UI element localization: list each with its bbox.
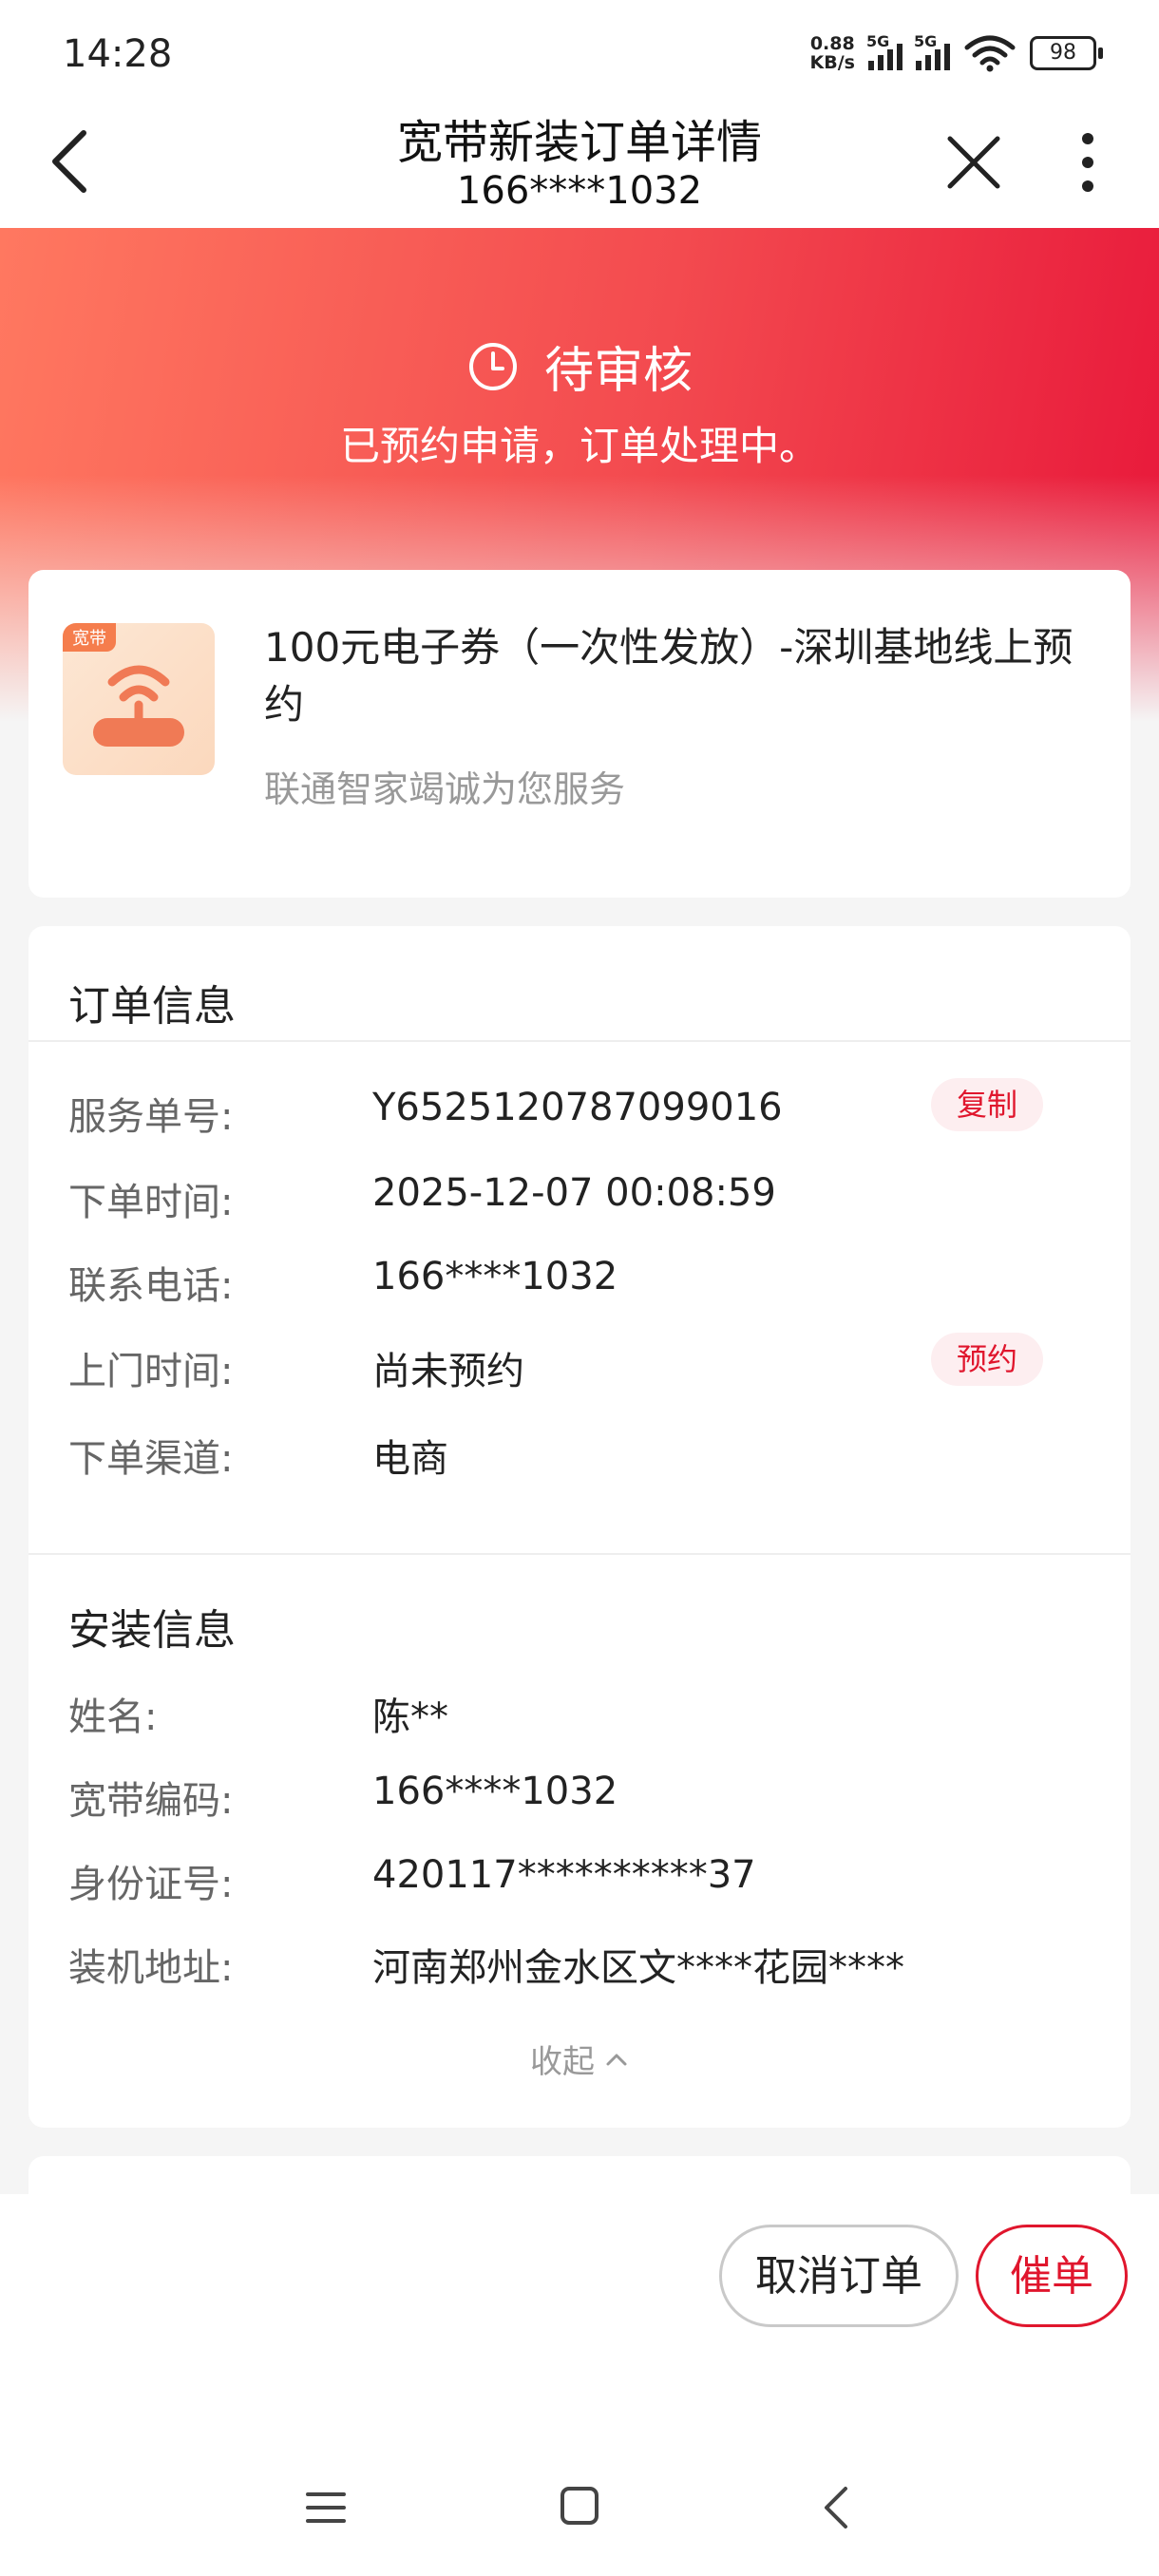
order-status-text: 待审核: [543, 343, 693, 400]
product-title: 100元电子券（一次性发放）-深圳基地线上预约: [264, 624, 1074, 728]
info-card: 订单信息 服务单号: Y6525120787099016 复制 下单时间: 20…: [28, 926, 1130, 2128]
order-info-title: 订单信息: [68, 982, 236, 1031]
collapse-toggle[interactable]: 收起: [28, 2036, 1130, 2082]
wifi-icon: [964, 35, 1016, 72]
clock-icon: [468, 342, 517, 390]
collapse-label: 收起: [530, 2043, 595, 2081]
order-row-channel: 下单渠道: 电商: [68, 1437, 448, 1481]
install-row-broadband-code: 宽带编码: 166****1032: [68, 1770, 618, 1823]
home-icon[interactable]: [559, 2483, 600, 2529]
signal-sim2-icon: 5G: [914, 32, 950, 70]
network-speed: 0.88 KB/s: [809, 33, 855, 73]
broadband-product-image: 宽带: [63, 623, 215, 775]
order-row-service-number: 服务单号: Y6525120787099016 复制: [68, 1078, 1104, 1143]
signal-sim1-icon: 5G: [866, 32, 902, 70]
install-row-address: 装机地址: 河南郑州金水区文****花园****: [68, 1946, 904, 1990]
chevron-up-icon: [606, 2054, 627, 2065]
product-tag: 宽带: [63, 623, 116, 652]
urge-order-button[interactable]: 催单: [976, 2225, 1128, 2327]
system-back-icon[interactable]: [817, 2483, 855, 2532]
divider: [28, 1040, 1130, 1042]
install-row-name: 姓名: 陈**: [68, 1695, 448, 1739]
install-row-id-number: 身份证号: 420117**********37: [68, 1853, 756, 1906]
order-status: 待审核: [0, 331, 1159, 402]
more-menu-icon[interactable]: [1064, 129, 1112, 196]
status-icons: 0.88 KB/s 5G 5G 98: [809, 32, 1103, 73]
order-status-description: 已预约申请，订单处理中。: [339, 423, 819, 469]
top-bar: 14:28 0.88 KB/s 5G 5G 98 宽带新装订单详情 166***…: [0, 0, 1159, 228]
recent-apps-icon[interactable]: [304, 2487, 348, 2529]
install-info-title: 安装信息: [68, 1606, 236, 1655]
status-time: 14:28: [63, 32, 173, 76]
order-row-contact-phone: 联系电话: 166****1032: [68, 1255, 618, 1308]
cancel-order-button[interactable]: 取消订单: [719, 2225, 959, 2327]
divider: [28, 1553, 1130, 1555]
battery-icon: 98: [1030, 36, 1103, 70]
product-card[interactable]: 宽带 100元电子券（一次性发放）-深圳基地线上预约 联通智家竭诚为您服务: [28, 570, 1130, 898]
order-detail-page: 14:28 0.88 KB/s 5G 5G 98 宽带新装订单详情 166***…: [0, 0, 1159, 2576]
copy-button[interactable]: 复制: [931, 1078, 1043, 1131]
close-icon[interactable]: [940, 123, 1007, 199]
schedule-button[interactable]: 预约: [931, 1333, 1043, 1386]
order-row-order-time: 下单时间: 2025-12-07 00:08:59: [68, 1171, 776, 1224]
order-row-visit-time: 上门时间: 尚未预约 预约: [68, 1333, 1104, 1397]
system-navigation-bar: [0, 2470, 1159, 2546]
product-subtitle: 联通智家竭诚为您服务: [264, 768, 626, 810]
